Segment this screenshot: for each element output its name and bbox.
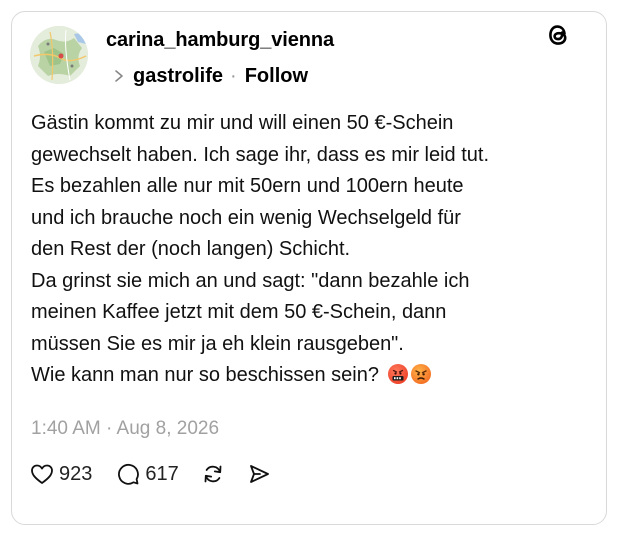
like-count: 923 bbox=[59, 462, 93, 485]
angry-face-emoji bbox=[410, 364, 431, 384]
avatar[interactable] bbox=[30, 26, 88, 84]
speech-bubble-icon bbox=[116, 462, 140, 486]
repost-icon bbox=[201, 462, 225, 486]
post-body-line: und ich brauche noch ein wenig Wechselge… bbox=[31, 206, 461, 229]
chevron-right-icon bbox=[112, 67, 126, 85]
post-body-line: müssen Sie es mir ja eh klein rausgeben"… bbox=[31, 332, 404, 355]
share-button[interactable] bbox=[247, 459, 271, 489]
post-body-line: meinen Kaffee jetzt mit dem 50 €-Schein,… bbox=[31, 301, 447, 323]
separator-dot: · bbox=[230, 64, 237, 87]
action-bar: 923 617 bbox=[30, 459, 271, 489]
post-body-line: Da grinst sie mich an und sagt: "dann be… bbox=[31, 269, 470, 292]
follow-button[interactable]: Follow bbox=[245, 65, 308, 88]
post-body-line: gewechselt haben. Ich sage ihr, dass es … bbox=[31, 143, 490, 166]
post-body-line: Es bezahlen alle nur mit 50ern und 100er… bbox=[31, 175, 464, 197]
repost-button[interactable] bbox=[201, 459, 225, 489]
post-body: Gästin kommt zu mir und will einen 50 €-… bbox=[31, 108, 591, 392]
username[interactable]: carina_hamburg_vienna bbox=[106, 29, 334, 52]
face-with-symbols-on-mouth-emoji bbox=[387, 364, 408, 384]
post-timestamp[interactable]: 1:40 AM · Aug 8, 2026 bbox=[31, 418, 219, 440]
avatar-map-image bbox=[30, 26, 88, 84]
threads-logo-icon[interactable] bbox=[544, 20, 572, 50]
reply-button[interactable]: 617 bbox=[116, 459, 179, 489]
like-button[interactable]: 923 bbox=[30, 459, 92, 489]
post-body-line: Gästin kommt zu mir und will einen 50 €-… bbox=[31, 112, 454, 134]
post-body-line: Wie kann man nur so beschissen sein? bbox=[31, 364, 379, 386]
post-context-line: gastrolife · Follow bbox=[112, 63, 308, 89]
post-body-line: den Rest der (noch langen) Schicht. bbox=[31, 238, 351, 260]
post-body-line-last: Wie kann man nur so beschissen sein? bbox=[31, 360, 591, 392]
reply-count: 617 bbox=[145, 462, 179, 485]
community-link[interactable]: gastrolife bbox=[133, 65, 223, 88]
send-icon bbox=[247, 462, 271, 486]
heart-icon bbox=[30, 463, 54, 485]
